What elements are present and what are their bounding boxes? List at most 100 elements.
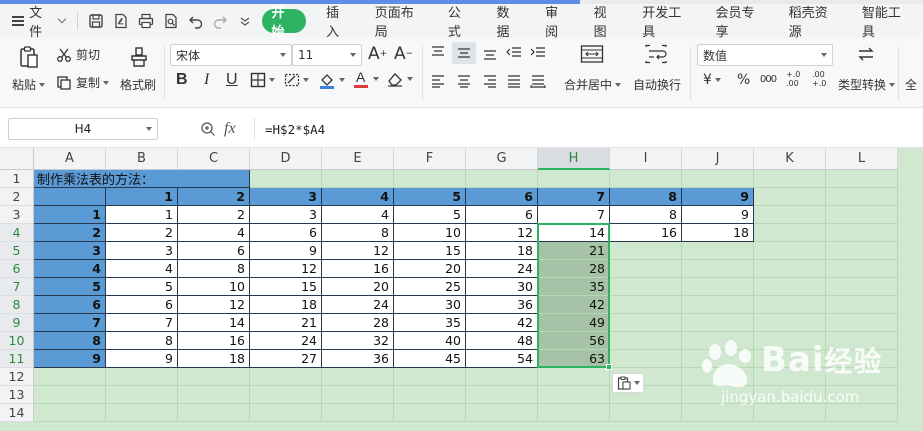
- header-multiplier-cell[interactable]: 5: [394, 188, 466, 206]
- cell[interactable]: [826, 206, 898, 224]
- cell[interactable]: [610, 278, 682, 296]
- align-right-icon[interactable]: [482, 74, 498, 88]
- select-all-corner[interactable]: [0, 148, 34, 170]
- underline-icon[interactable]: U: [226, 71, 238, 89]
- cell[interactable]: [826, 224, 898, 242]
- decrease-font-size-icon[interactable]: A −: [394, 44, 413, 64]
- header-multiplier-cell[interactable]: [34, 188, 106, 206]
- cell[interactable]: [754, 404, 826, 422]
- font-name-select[interactable]: 宋体: [170, 44, 292, 66]
- product-cell[interactable]: 18: [178, 350, 250, 368]
- cell[interactable]: [682, 170, 754, 188]
- product-cell[interactable]: 5: [106, 278, 178, 296]
- tab-insert[interactable]: 插入: [314, 6, 363, 40]
- product-cell[interactable]: 35: [538, 278, 610, 296]
- function-icon[interactable]: fx: [224, 120, 236, 138]
- increase-indent-icon[interactable]: [530, 46, 546, 60]
- product-cell[interactable]: 6: [466, 206, 538, 224]
- product-cell[interactable]: 6: [250, 224, 322, 242]
- bold-icon[interactable]: B: [176, 71, 188, 89]
- cell[interactable]: [394, 386, 466, 404]
- cell[interactable]: [178, 386, 250, 404]
- cell[interactable]: [682, 332, 754, 350]
- tab-member[interactable]: 会员专享: [703, 6, 776, 40]
- cell[interactable]: [250, 386, 322, 404]
- cell[interactable]: [322, 368, 394, 386]
- print-icon[interactable]: [136, 10, 157, 32]
- cell[interactable]: [754, 242, 826, 260]
- cell[interactable]: [754, 206, 826, 224]
- product-cell[interactable]: 20: [322, 278, 394, 296]
- column-header-c[interactable]: C: [178, 148, 250, 170]
- product-cell[interactable]: 12: [250, 260, 322, 278]
- column-header-e[interactable]: E: [322, 148, 394, 170]
- increase-decimal-button[interactable]: +.0 .00: [786, 70, 806, 88]
- cell[interactable]: [826, 404, 898, 422]
- header-multiplier-cell[interactable]: 7: [538, 188, 610, 206]
- header-multiplier-cell[interactable]: 2: [178, 188, 250, 206]
- name-box[interactable]: H4: [8, 118, 158, 140]
- product-cell[interactable]: 21: [538, 242, 610, 260]
- product-cell[interactable]: 2: [106, 224, 178, 242]
- product-cell[interactable]: 14: [178, 314, 250, 332]
- product-cell[interactable]: 54: [466, 350, 538, 368]
- ribbon-overflow-button[interactable]: 全: [905, 76, 917, 93]
- cell[interactable]: [610, 260, 682, 278]
- fill-color-icon[interactable]: [318, 71, 345, 89]
- cell[interactable]: [538, 170, 610, 188]
- column-header-g[interactable]: G: [466, 148, 538, 170]
- product-cell[interactable]: 7: [538, 206, 610, 224]
- product-cell[interactable]: 42: [466, 314, 538, 332]
- row-multiplier-cell[interactable]: 6: [34, 296, 106, 314]
- header-multiplier-cell[interactable]: 6: [466, 188, 538, 206]
- product-cell[interactable]: 8: [322, 224, 394, 242]
- cell[interactable]: [754, 386, 826, 404]
- product-cell[interactable]: 24: [466, 260, 538, 278]
- product-cell[interactable]: 24: [250, 332, 322, 350]
- cell[interactable]: [394, 170, 466, 188]
- product-cell[interactable]: 56: [538, 332, 610, 350]
- cell[interactable]: [610, 332, 682, 350]
- tab-view[interactable]: 视图: [582, 6, 631, 40]
- cell[interactable]: [754, 296, 826, 314]
- product-cell[interactable]: 9: [682, 206, 754, 224]
- product-cell[interactable]: 8: [106, 332, 178, 350]
- tab-home[interactable]: 开始: [261, 6, 307, 40]
- type-convert-icon[interactable]: [856, 44, 876, 64]
- cell[interactable]: [466, 170, 538, 188]
- cell[interactable]: [754, 332, 826, 350]
- cell[interactable]: [34, 368, 106, 386]
- cell[interactable]: [826, 278, 898, 296]
- cell[interactable]: [754, 188, 826, 206]
- cell[interactable]: [322, 386, 394, 404]
- align-center-icon[interactable]: [456, 74, 472, 88]
- cell[interactable]: [250, 368, 322, 386]
- product-cell[interactable]: 14: [538, 224, 610, 242]
- percent-format-button[interactable]: %: [737, 72, 750, 88]
- product-cell[interactable]: 30: [394, 296, 466, 314]
- row-header-5[interactable]: 5: [0, 242, 34, 260]
- align-top-icon[interactable]: [430, 46, 446, 60]
- header-multiplier-cell[interactable]: 4: [322, 188, 394, 206]
- header-multiplier-cell[interactable]: 1: [106, 188, 178, 206]
- wrap-text-icon[interactable]: [644, 44, 668, 64]
- cell[interactable]: [754, 260, 826, 278]
- cell[interactable]: [610, 350, 682, 368]
- product-cell[interactable]: 16: [178, 332, 250, 350]
- row-header-7[interactable]: 7: [0, 278, 34, 296]
- product-cell[interactable]: 7: [106, 314, 178, 332]
- decrease-decimal-button[interactable]: .00 +.0: [812, 70, 832, 88]
- product-cell[interactable]: 36: [322, 350, 394, 368]
- export-pdf-icon[interactable]: [111, 10, 132, 32]
- column-header-a[interactable]: A: [34, 148, 106, 170]
- row-multiplier-cell[interactable]: 5: [34, 278, 106, 296]
- cell-style-icon[interactable]: [284, 72, 309, 88]
- product-cell[interactable]: 10: [178, 278, 250, 296]
- column-header-i[interactable]: I: [610, 148, 682, 170]
- product-cell[interactable]: 4: [106, 260, 178, 278]
- product-cell[interactable]: 8: [178, 260, 250, 278]
- tab-developer[interactable]: 开发工具: [630, 6, 703, 40]
- row-header-13[interactable]: 13: [0, 386, 34, 404]
- cell[interactable]: [466, 386, 538, 404]
- paste-button[interactable]: 粘贴: [12, 76, 46, 93]
